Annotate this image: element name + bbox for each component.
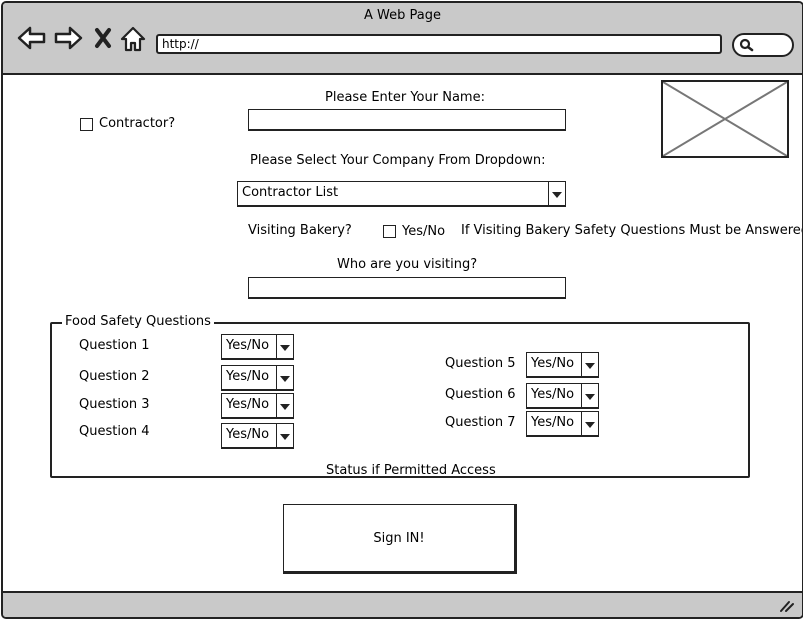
- who-visiting-label: Who are you visiting?: [337, 257, 478, 272]
- browser-window: A Web Page http:// Contractor? Please En…: [1, 1, 803, 619]
- company-dropdown[interactable]: Contractor List: [237, 181, 566, 207]
- question-1-select[interactable]: Yes/No: [221, 334, 294, 360]
- browser-toolbar: A Web Page http://: [3, 3, 802, 75]
- question-4-select[interactable]: Yes/No: [221, 423, 294, 449]
- chevron-down-icon[interactable]: [548, 182, 565, 205]
- search-box[interactable]: [732, 33, 794, 57]
- question-7-label: Question 7: [445, 415, 516, 430]
- close-x-icon[interactable]: [93, 25, 113, 51]
- question-2-select[interactable]: Yes/No: [221, 365, 294, 391]
- name-label: Please Enter Your Name:: [325, 90, 485, 105]
- visiting-bakery-label: Visiting Bakery?: [248, 223, 352, 238]
- question-5-label: Question 5: [445, 356, 516, 371]
- back-arrow-icon[interactable]: [17, 25, 47, 51]
- question-6-value: Yes/No: [531, 387, 575, 402]
- chevron-down-icon[interactable]: [276, 394, 293, 417]
- forward-arrow-icon[interactable]: [53, 25, 83, 51]
- status-text: Status if Permitted Access: [326, 463, 496, 478]
- question-6-select[interactable]: Yes/No: [526, 383, 599, 409]
- question-3-value: Yes/No: [226, 397, 270, 412]
- question-7-select[interactable]: Yes/No: [526, 411, 599, 437]
- food-safety-fieldset: [50, 322, 750, 478]
- question-6-label: Question 6: [445, 387, 516, 402]
- food-safety-legend: Food Safety Questions: [62, 314, 214, 329]
- question-2-label: Question 2: [79, 369, 150, 384]
- browser-status-bar: [3, 591, 802, 617]
- question-3-select[interactable]: Yes/No: [221, 393, 294, 419]
- company-selected: Contractor List: [242, 185, 339, 200]
- question-5-value: Yes/No: [531, 356, 575, 371]
- chevron-down-icon[interactable]: [276, 366, 293, 389]
- chevron-down-icon[interactable]: [581, 384, 598, 407]
- image-placeholder-icon: [663, 82, 787, 156]
- search-icon: [739, 38, 754, 52]
- url-bar[interactable]: http://: [156, 34, 722, 54]
- question-7-value: Yes/No: [531, 415, 575, 430]
- chevron-down-icon[interactable]: [581, 353, 598, 376]
- resize-grip-icon[interactable]: [779, 599, 795, 613]
- company-label: Please Select Your Company From Dropdown…: [250, 153, 546, 168]
- bakery-note: If Visiting Bakery Safety Questions Must…: [461, 223, 803, 238]
- chevron-down-icon[interactable]: [276, 335, 293, 358]
- name-input[interactable]: [248, 109, 566, 131]
- visiting-bakery-option: Yes/No: [402, 224, 446, 239]
- chevron-down-icon[interactable]: [581, 412, 598, 435]
- who-visiting-input[interactable]: [248, 277, 566, 299]
- chevron-down-icon[interactable]: [276, 424, 293, 447]
- visiting-bakery-checkbox[interactable]: [383, 225, 396, 238]
- image-placeholder: [661, 80, 789, 158]
- contractor-checkbox[interactable]: [80, 118, 93, 131]
- question-1-value: Yes/No: [226, 338, 270, 353]
- question-5-select[interactable]: Yes/No: [526, 352, 599, 378]
- home-icon[interactable]: [120, 25, 146, 53]
- sign-in-button[interactable]: Sign IN!: [283, 504, 517, 574]
- contractor-label: Contractor?: [99, 116, 176, 131]
- question-3-label: Question 3: [79, 397, 150, 412]
- window-title: A Web Page: [364, 8, 441, 23]
- question-4-value: Yes/No: [226, 427, 270, 442]
- question-1-label: Question 1: [79, 338, 150, 353]
- question-2-value: Yes/No: [226, 369, 270, 384]
- question-4-label: Question 4: [79, 424, 150, 439]
